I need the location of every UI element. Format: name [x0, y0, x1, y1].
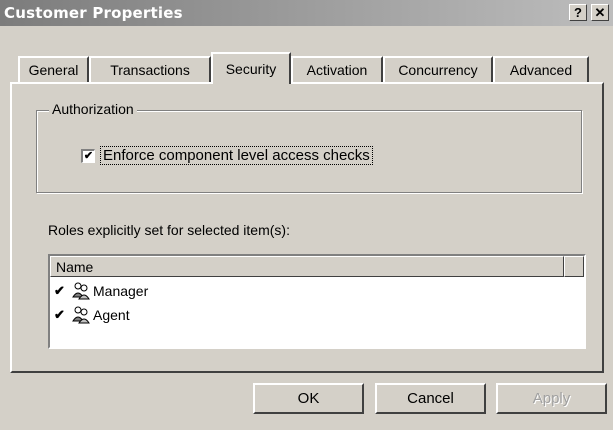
help-icon: ? [574, 5, 582, 20]
enforce-access-label[interactable]: Enforce component level access checks [100, 146, 373, 165]
apply-button-label: Apply [532, 390, 571, 407]
apply-button[interactable]: Apply [496, 383, 607, 414]
title-bar[interactable]: Customer Properties ? ✕ [0, 0, 613, 26]
role-checkbox[interactable]: ✔ [54, 283, 68, 299]
roles-label: Roles explicitly set for selected item(s… [48, 222, 290, 238]
enforce-access-checkbox[interactable]: ✔ [81, 149, 95, 163]
tab-transactions-label: Transactions [110, 62, 190, 78]
role-users-icon [72, 282, 90, 300]
tab-general-label: General [28, 62, 79, 78]
cancel-button[interactable]: Cancel [375, 383, 486, 414]
tab-activation-label: Activation [306, 62, 368, 78]
tab-transactions[interactable]: Transactions [89, 56, 211, 82]
authorization-group-label: Authorization [49, 101, 137, 117]
authorization-group: Authorization ✔ Enforce component level … [36, 101, 582, 193]
role-checkbox[interactable]: ✔ [54, 307, 68, 323]
tab-activation[interactable]: Activation [291, 56, 383, 82]
tab-security-label: Security [225, 61, 277, 77]
tab-general[interactable]: General [18, 56, 89, 82]
role-row-agent[interactable]: ✔ Agent [54, 304, 130, 326]
customer-properties-dialog: Customer Properties ? ✕ General Transact… [0, 0, 613, 430]
role-name: Manager [93, 283, 149, 299]
role-name: Agent [93, 307, 130, 323]
tab-concurrency-label: Concurrency [398, 62, 478, 78]
cancel-button-label: Cancel [407, 390, 454, 407]
window-title: Customer Properties [4, 4, 183, 22]
role-row-manager[interactable]: ✔ Manager [54, 280, 148, 302]
column-header-filler [564, 256, 584, 277]
close-icon: ✕ [594, 5, 606, 20]
ok-button[interactable]: OK [253, 383, 364, 414]
ok-button-label: OK [297, 390, 320, 407]
name-column-header[interactable]: Name [50, 256, 564, 277]
tab-security[interactable]: Security [211, 52, 291, 84]
tab-advanced[interactable]: Advanced [493, 56, 589, 82]
checkmark-icon: ✔ [83, 150, 94, 162]
role-users-icon [72, 306, 90, 324]
name-column-header-label: Name [56, 258, 94, 275]
roles-list[interactable]: Name ✔ Manager ✔ Agent [48, 254, 586, 349]
help-button[interactable]: ? [569, 4, 587, 21]
tab-concurrency[interactable]: Concurrency [383, 56, 493, 82]
close-button[interactable]: ✕ [591, 4, 609, 21]
tab-advanced-label: Advanced [509, 62, 573, 78]
